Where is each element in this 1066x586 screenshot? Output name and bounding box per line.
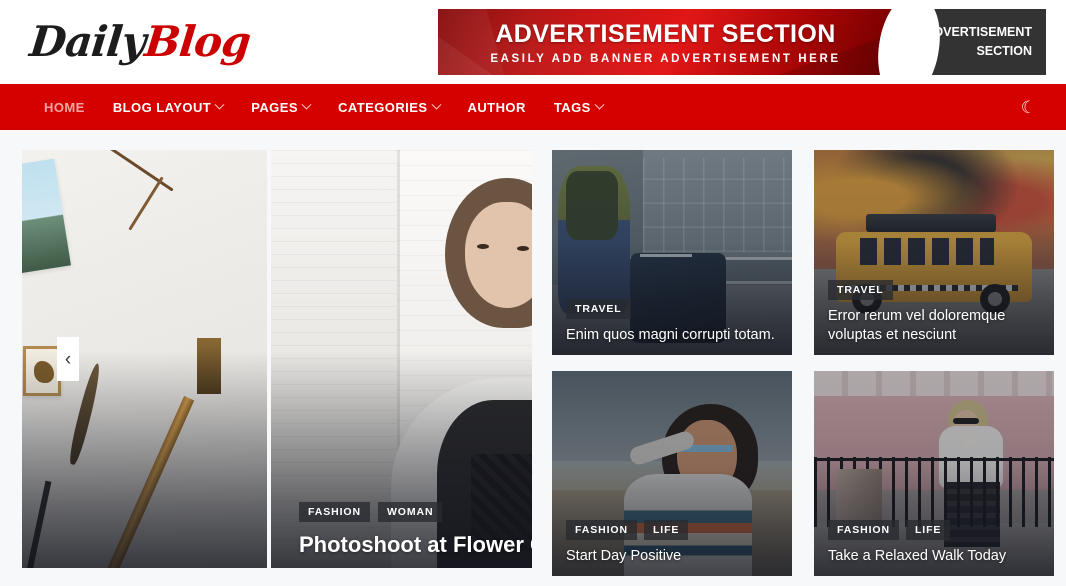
advertisement-subtitle: EASILY ADD BANNER ADVERTISEMENT HERE [490, 52, 841, 65]
slide-caption-previous: ng Vac [22, 502, 251, 559]
nav-item-tags-label: TAGS [553, 99, 591, 115]
slide-tags-current: FASHION WOMAN [299, 501, 532, 522]
nav-item-categories[interactable]: CATEGORIES [324, 99, 454, 115]
chevron-down-icon [594, 99, 605, 110]
slide-tag-woman[interactable]: WOMAN [377, 501, 443, 522]
nav-item-pages-label: PAGES [251, 99, 298, 115]
nav-item-home-label: HOME [44, 99, 85, 115]
post-card-tags: FASHION LIFE [566, 520, 780, 541]
post-card-title[interactable]: Enim quos magni corrupti totam. [566, 326, 780, 346]
post-card-tags: FASHION LIFE [828, 520, 1042, 541]
slide-tag-fashion[interactable]: FASHION [299, 501, 370, 522]
main-navigation: HOME BLOG LAYOUT PAGES CATEGORIES AUTHOR… [0, 84, 1066, 130]
advertisement-banner-main: ADVERTISEMENT SECTION EASILY ADD BANNER … [438, 9, 893, 75]
nav-item-tags[interactable]: TAGS [540, 99, 617, 115]
post-card-tag-fashion[interactable]: FASHION [828, 520, 899, 541]
chevron-down-icon [301, 99, 312, 110]
slider-track: ANOTHER ESCAPE ng Vac [22, 150, 532, 568]
post-card-caption: TRAVEL Enim quos magni corrupti totam. [566, 299, 780, 346]
post-card-caption: FASHION LIFE Start Day Positive [566, 520, 780, 567]
nav-items-list: HOME BLOG LAYOUT PAGES CATEGORIES AUTHOR… [30, 99, 617, 115]
nav-item-categories-label: CATEGORIES [338, 99, 428, 115]
post-card-title[interactable]: Error rerum vel doloremque voluptas et n… [828, 307, 1042, 346]
advertisement-side-line1: ADVERTISEMENT [925, 25, 1032, 40]
post-card-tag-travel[interactable]: TRAVEL [828, 279, 893, 300]
post-card-tag-life[interactable]: LIFE [643, 520, 689, 541]
slide-title-previous[interactable]: ng Vac [22, 531, 251, 559]
post-card[interactable]: TRAVEL Enim quos magni corrupti totam. [552, 150, 792, 355]
post-card-tags: TRAVEL [566, 299, 780, 320]
advertisement-title: ADVERTISEMENT SECTION [495, 19, 836, 48]
moon-icon[interactable]: ☾ [1013, 95, 1044, 120]
nav-item-blog-layout-label: BLOG LAYOUT [112, 99, 212, 115]
advertisement-side-line2: SECTION [976, 44, 1032, 58]
chevron-down-icon [431, 99, 441, 110]
nav-item-author-label: AUTHOR [467, 99, 526, 115]
post-card-tag-fashion[interactable]: FASHION [566, 520, 637, 541]
post-card-title[interactable]: Start Day Positive [566, 547, 780, 567]
site-header: DailyBlog ADVERTISEMENT SECTION EASILY A… [0, 0, 1066, 84]
site-logo[interactable]: DailyBlog [27, 17, 252, 66]
chevron-left-icon[interactable]: ‹ [57, 337, 79, 381]
post-card[interactable]: FASHION LIFE Start Day Positive [552, 371, 792, 576]
post-card-tags: TRAVEL [828, 279, 1042, 300]
slide-caption-current: FASHION WOMAN Photoshoot at Flower Garde… [299, 501, 532, 559]
slider-slide-current[interactable]: FASHION WOMAN Photoshoot at Flower Garde… [271, 150, 532, 568]
post-card[interactable]: TRAVEL Error rerum vel doloremque volupt… [814, 150, 1054, 355]
post-card-tag-life[interactable]: LIFE [905, 520, 951, 541]
advertisement-banner[interactable]: ADVERTISEMENT SECTION EASILY ADD BANNER … [438, 9, 1046, 75]
slide-tags-previous [22, 502, 251, 522]
featured-slider[interactable]: ANOTHER ESCAPE ng Vac [22, 150, 532, 568]
post-card[interactable]: FASHION LIFE Take a Relaxed Walk Today [814, 371, 1054, 576]
nav-item-home[interactable]: HOME [30, 100, 99, 115]
post-card-caption: FASHION LIFE Take a Relaxed Walk Today [828, 520, 1042, 567]
nav-item-author[interactable]: AUTHOR [454, 100, 540, 115]
post-card-tag-travel[interactable]: TRAVEL [566, 299, 631, 320]
nav-right-actions: ☾ [1013, 95, 1044, 120]
slide-title-current[interactable]: Photoshoot at Flower Garden i [299, 531, 532, 559]
logo-text-blog: Blog [142, 17, 253, 66]
chevron-down-icon [214, 99, 225, 110]
post-card-grid: TRAVEL Enim quos magni corrupti totam. T… [552, 150, 1054, 586]
post-card-caption: TRAVEL Error rerum vel doloremque volupt… [828, 279, 1042, 346]
logo-text-daily: Daily [27, 17, 148, 66]
nav-item-pages[interactable]: PAGES [237, 99, 324, 115]
post-card-title[interactable]: Take a Relaxed Walk Today [828, 547, 1042, 567]
nav-item-blog-layout[interactable]: BLOG LAYOUT [99, 99, 237, 115]
main-content: ANOTHER ESCAPE ng Vac [0, 130, 1066, 586]
